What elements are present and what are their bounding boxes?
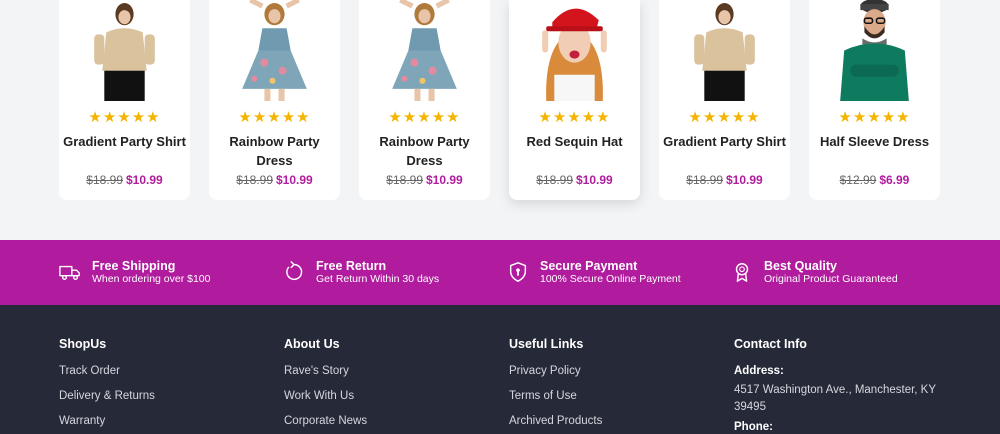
footer-column-about: About Us Rave's Story Work With Us Corpo… [284,337,504,434]
address-text: 4517 Washington Ave., Manchester, KY 394… [734,384,936,413]
product-card[interactable]: ★★★★★ Gradient Party Shirt $18.99 $10.99 [59,0,190,200]
sale-price: $10.99 [276,173,313,187]
footer-link-delivery-returns[interactable]: Delivery & Returns [59,389,279,403]
rating-stars: ★★★★★ [238,108,311,126]
footer-column-useful-links: Useful Links Privacy Policy Terms of Use… [509,337,729,434]
old-price: $18.99 [686,173,723,187]
product-price: $18.99 $10.99 [509,172,640,188]
feature-subtitle: Get Return Within 30 days [316,273,440,285]
product-price: $18.99 $10.99 [359,172,490,188]
sale-price: $10.99 [576,173,613,187]
product-name[interactable]: Gradient Party Shirt [663,132,786,151]
product-card[interactable]: ★★★★★ Half Sleeve Dress $12.99 $6.99 [809,0,940,200]
product-price: $18.99 $10.99 [59,172,190,188]
rating-stars: ★★★★★ [538,108,611,126]
product-carousel: ★★★★★ Gradient Party Shirt $18.99 $10.99 … [0,0,1000,240]
footer-heading: ShopUs [59,337,107,351]
product-image[interactable] [524,0,625,101]
sale-price: $6.99 [879,173,910,187]
footer-link-track-order[interactable]: Track Order [59,364,279,378]
sale-price: $10.99 [126,173,163,187]
rating-stars: ★★★★★ [88,108,161,126]
return-icon [286,261,303,280]
rating-stars: ★★★★★ [388,108,461,126]
old-price: $12.99 [839,173,877,187]
footer-link-terms-of-use[interactable]: Terms of Use [509,389,729,403]
footer-heading: Contact Info [734,337,807,351]
feature-subtitle: When ordering over $100 [92,273,211,285]
shield-icon [509,262,527,282]
product-name[interactable]: Red Sequin Hat [513,132,636,151]
old-price: $18.99 [86,173,123,187]
product-image[interactable] [824,0,925,101]
footer-link-raves-story[interactable]: Rave's Story [284,364,504,378]
feature-subtitle: Original Product Guaranteed [764,273,898,285]
sale-price: $10.99 [726,173,763,187]
product-image[interactable] [224,0,325,101]
product-price: $18.99 $10.99 [209,172,340,188]
footer-link-work-with-us[interactable]: Work With Us [284,389,504,403]
product-image[interactable] [674,0,775,101]
feature-title: Secure Payment [540,259,638,273]
footer-link-corporate-news[interactable]: Corporate News [284,414,504,428]
rating-stars: ★★★★★ [838,108,911,126]
product-card[interactable]: ★★★★★ Rainbow Party Dress $18.99 $10.99 [359,0,490,200]
product-price: $18.99 $10.99 [659,172,790,188]
old-price: $18.99 [386,173,423,187]
old-price: $18.99 [236,173,273,187]
product-name[interactable]: Rainbow Party Dress [363,132,486,170]
product-name[interactable]: Gradient Party Shirt [63,132,186,151]
sale-price: $10.99 [426,173,463,187]
product-card[interactable]: ★★★★★ Rainbow Party Dress $18.99 $10.99 [209,0,340,200]
address-label: Address: [734,365,784,377]
product-image[interactable] [374,0,475,101]
features-banner: Free Shipping When ordering over $100 Fr… [0,240,1000,305]
footer-column-shopus: ShopUs Track Order Delivery & Returns Wa… [59,337,279,434]
product-image[interactable] [74,0,175,101]
feature-title: Free Shipping [92,259,176,273]
old-price: $18.99 [536,173,573,187]
product-price: $12.99 $6.99 [809,172,940,188]
footer-heading: About Us [284,337,340,351]
footer-column-contact: Contact Info Address: 4517 Washington Av… [734,337,954,434]
footer-link-privacy-policy[interactable]: Privacy Policy [509,364,729,378]
footer-link-archived-products[interactable]: Archived Products [509,414,729,428]
product-card[interactable]: ★★★★★ Gradient Party Shirt $18.99 $10.99 [659,0,790,200]
footer-heading: Useful Links [509,337,584,351]
site-footer: ShopUs Track Order Delivery & Returns Wa… [0,305,1000,434]
truck-icon [59,265,80,281]
product-name[interactable]: Rainbow Party Dress [213,132,336,170]
feature-title: Free Return [316,259,387,273]
badge-icon [735,263,749,282]
feature-title: Best Quality [764,259,837,273]
product-card[interactable]: ★★★★★ Red Sequin Hat $18.99 $10.99 [509,0,640,200]
rating-stars: ★★★★★ [688,108,761,126]
product-name[interactable]: Half Sleeve Dress [813,132,936,151]
phone-label: Phone: [734,421,773,433]
footer-link-warranty[interactable]: Warranty [59,414,279,428]
feature-subtitle: 100% Secure Online Payment [540,273,681,285]
